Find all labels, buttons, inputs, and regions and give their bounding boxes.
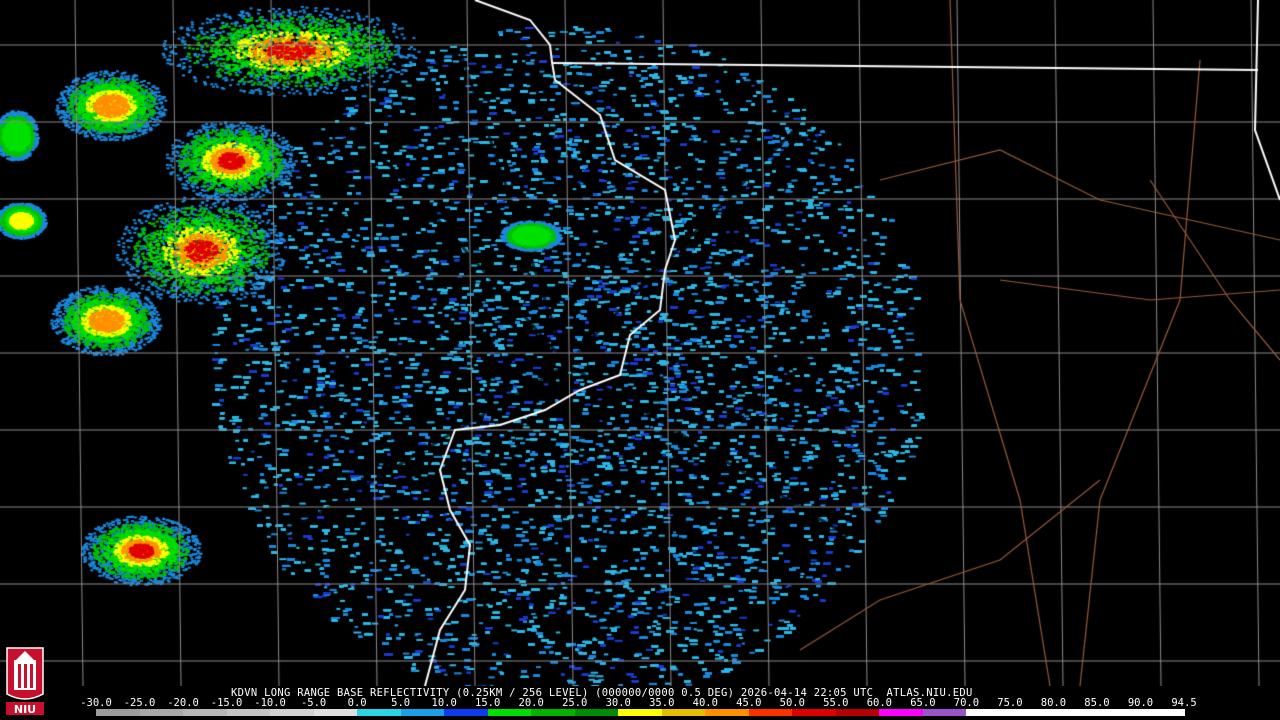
scale-label: 5.0 <box>391 697 411 709</box>
scale-swatch <box>270 709 315 716</box>
scale-swatch <box>922 709 968 716</box>
scale-swatch <box>661 709 707 716</box>
scale-label: 45.0 <box>736 697 762 709</box>
scale-swatch <box>400 709 446 716</box>
scale-label: 10.0 <box>431 697 457 709</box>
scale-label: 50.0 <box>779 697 805 709</box>
scale-label: 25.0 <box>562 697 588 709</box>
scale-label: 30.0 <box>605 697 631 709</box>
radar-map <box>0 0 1280 686</box>
scale-swatch <box>444 709 489 716</box>
scale-label: 90.0 <box>1127 697 1154 709</box>
scale-swatch <box>835 709 881 716</box>
scale-swatch <box>1009 709 1055 716</box>
scale-label: 35.0 <box>649 697 675 709</box>
svg-text:NIU: NIU <box>14 703 36 716</box>
scale-swatch <box>487 709 533 716</box>
scale-swatch <box>183 709 228 716</box>
scale-label: 60.0 <box>866 697 893 709</box>
scale-swatch <box>705 709 750 716</box>
scale-label: 70.0 <box>953 697 980 709</box>
scale-swatch <box>357 709 402 716</box>
scale-label: -20.0 <box>167 697 199 709</box>
color-scale-bar <box>96 709 1185 716</box>
scale-swatch <box>574 709 620 716</box>
scale-swatch <box>966 709 1011 716</box>
scale-swatch <box>1140 709 1185 716</box>
scale-swatch <box>618 709 663 716</box>
scale-swatch <box>531 709 576 716</box>
scale-label: 85.0 <box>1084 697 1110 709</box>
scale-label: 65.0 <box>910 697 936 709</box>
scale-label: -5.0 <box>300 697 327 709</box>
scale-label: -30.0 <box>80 697 112 709</box>
scale-label: 15.0 <box>475 697 501 709</box>
scale-swatch <box>748 709 794 716</box>
scale-swatch <box>792 709 837 716</box>
scale-label: 0.0 <box>347 697 367 709</box>
scale-swatch <box>313 709 359 716</box>
scale-label: 20.0 <box>518 697 544 709</box>
scale-label: 55.0 <box>823 697 849 709</box>
scale-label: 75.0 <box>997 697 1023 709</box>
scale-swatch <box>226 709 272 716</box>
scale-label: -10.0 <box>254 697 286 709</box>
scale-swatch <box>879 709 924 716</box>
scale-label: -15.0 <box>210 697 243 709</box>
scale-label: 40.0 <box>692 697 718 709</box>
scale-label: -25.0 <box>123 697 156 709</box>
scale-swatch <box>1053 709 1098 716</box>
scale-swatch <box>1096 709 1142 716</box>
scale-swatch <box>96 709 141 716</box>
scale-swatch <box>139 709 185 716</box>
scale-label: 80.0 <box>1040 697 1067 709</box>
color-scale-labels: -30.0 -25.0 -20.0 -15.0 -10.0 -5.0 0.0 5.0 10.0 1… <box>80 697 1197 709</box>
niu-logo-icon: NIU <box>6 647 44 716</box>
scale-label: 94.5 <box>1171 697 1197 709</box>
